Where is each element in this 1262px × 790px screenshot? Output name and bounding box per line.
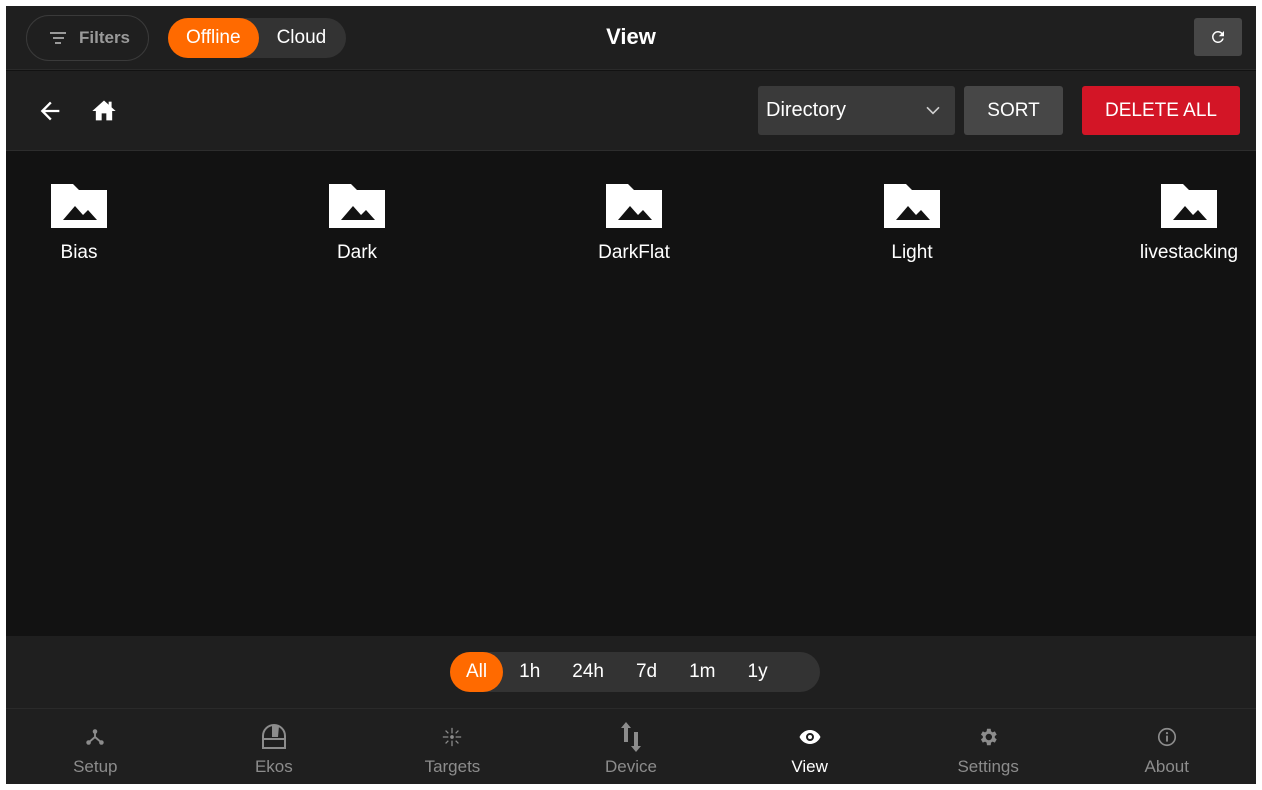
sort-field-select[interactable]: Directory: [758, 86, 955, 135]
delete-all-button[interactable]: DELETE ALL: [1082, 86, 1240, 135]
sort-field-value: Directory: [766, 99, 847, 121]
image-folder-icon: [884, 184, 940, 228]
time-option-1m[interactable]: 1m: [673, 652, 731, 692]
nav-label: Setup: [73, 757, 118, 776]
time-option-24h[interactable]: 24h: [556, 652, 620, 692]
sort-button[interactable]: SORT: [964, 86, 1063, 135]
nav-label: About: [1144, 757, 1189, 776]
arrow-left-icon: [40, 101, 60, 121]
nav-item-device[interactable]: Device: [542, 709, 721, 784]
folder-name: Light: [891, 242, 933, 263]
file-toolbar: Directory SORT DELETE ALL: [6, 71, 1256, 151]
nav-item-about[interactable]: About: [1077, 709, 1256, 784]
back-button[interactable]: [36, 97, 66, 125]
folder-grid: Bias Dark DarkFlat Light livestacking: [6, 152, 1256, 636]
bottom-nav: Setup Ekos Targets Device View Settings …: [6, 708, 1256, 784]
time-option-1y[interactable]: 1y: [732, 652, 784, 692]
image-folder-icon: [51, 184, 107, 228]
home-icon: [92, 100, 116, 121]
refresh-button[interactable]: [1194, 18, 1242, 56]
nav-item-ekos[interactable]: Ekos: [185, 709, 364, 784]
nav-item-setup[interactable]: Setup: [6, 709, 185, 784]
folder-name: livestacking: [1139, 242, 1239, 263]
nav-label: Settings: [957, 757, 1019, 776]
folder-name: Bias: [60, 242, 98, 263]
gear-icon: [977, 723, 999, 751]
nav-label: Targets: [424, 757, 481, 776]
eye-icon: [798, 723, 822, 751]
time-filter: All 1h 24h 7d 1m 1y: [450, 652, 820, 692]
targets-icon: [441, 723, 463, 751]
chevron-down-icon: [926, 106, 940, 115]
app-window: Filters Offline Cloud View Directory SOR…: [6, 6, 1256, 784]
folder-name: DarkFlat: [598, 242, 670, 263]
folder-name: Dark: [336, 242, 378, 263]
time-option-7d[interactable]: 7d: [620, 652, 673, 692]
device-icon: [618, 722, 644, 752]
info-icon: [1156, 723, 1178, 751]
nav-item-targets[interactable]: Targets: [363, 709, 542, 784]
folder-item-bias[interactable]: Bias: [14, 182, 144, 264]
nav-label: View: [791, 757, 828, 776]
image-folder-icon: [1161, 184, 1217, 228]
nav-item-settings[interactable]: Settings: [899, 709, 1078, 784]
page-title: View: [606, 24, 656, 49]
refresh-icon: [1212, 31, 1224, 43]
nav-label: Ekos: [254, 757, 293, 776]
nav-item-view[interactable]: View: [720, 709, 899, 784]
folder-item-light[interactable]: Light: [847, 182, 977, 264]
time-option-1h[interactable]: 1h: [503, 652, 556, 692]
folder-item-darkflat[interactable]: DarkFlat: [569, 182, 699, 264]
home-button[interactable]: [90, 97, 118, 125]
image-folder-icon: [606, 184, 662, 228]
image-folder-icon: [329, 184, 385, 228]
ekos-icon: [259, 723, 289, 751]
top-bar: Filters Offline Cloud View: [6, 6, 1256, 70]
nav-label: Device: [605, 757, 657, 776]
folder-item-livestacking[interactable]: livestacking: [1124, 182, 1254, 264]
setup-icon: [84, 723, 106, 751]
time-filter-bar: All 1h 24h 7d 1m 1y: [6, 636, 1256, 708]
time-option-all[interactable]: All: [450, 652, 504, 692]
folder-item-dark[interactable]: Dark: [292, 182, 422, 264]
